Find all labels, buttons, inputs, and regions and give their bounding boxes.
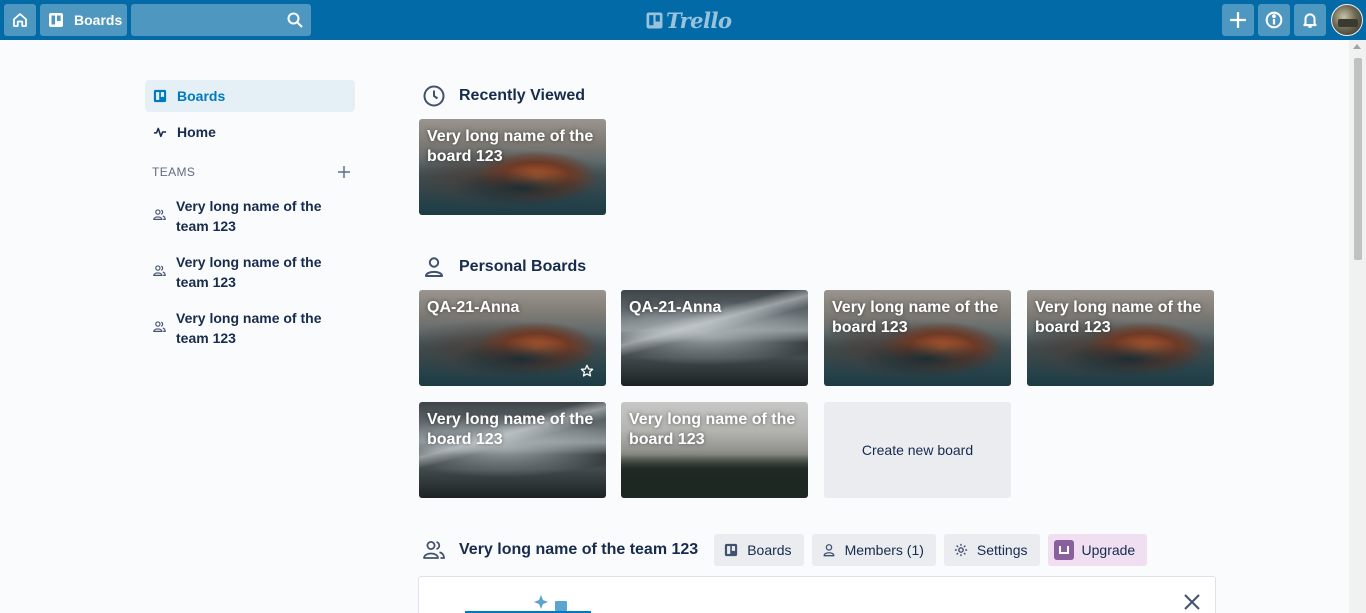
boards-button[interactable]: Boards	[40, 4, 127, 36]
team-promo-card	[418, 576, 1216, 613]
board-icon	[725, 543, 738, 557]
business-class-icon	[1053, 540, 1074, 560]
scrollbar-thumb[interactable]	[1354, 58, 1362, 260]
search-box[interactable]	[131, 4, 311, 36]
team-boards-label: Boards	[747, 542, 792, 558]
team-name: Very long name of the team 123	[176, 254, 322, 290]
board-tile-title: Very long name of the board 123	[832, 299, 999, 336]
team-members-button[interactable]: Members (1)	[811, 534, 936, 566]
trello-logo-icon	[646, 12, 663, 28]
team-icon	[153, 265, 166, 276]
board-tile[interactable]: QA-21-Anna	[621, 290, 808, 386]
board-tile-title: Very long name of the board 123	[1035, 299, 1202, 336]
board-tile-title: QA-21-Anna	[629, 299, 722, 316]
recently-viewed-heading: Recently Viewed	[422, 84, 585, 108]
person-icon	[823, 544, 835, 557]
boards-button-label: Boards	[74, 12, 123, 28]
clock-icon	[423, 85, 445, 107]
teams-heading: TEAMS	[145, 156, 355, 188]
gear-icon	[954, 543, 968, 557]
team-members-label: Members (1)	[844, 542, 924, 558]
home-icon	[13, 13, 27, 27]
board-tile-title: Very long name of the board 123	[427, 411, 594, 448]
information-button[interactable]	[1258, 4, 1290, 36]
teams-heading-label: TEAMS	[152, 165, 196, 179]
team-icon	[153, 321, 166, 332]
board-tile[interactable]: QA-21-Anna	[419, 290, 606, 386]
trello-logo-text: Trello	[666, 7, 732, 33]
promo-illustration-icon	[465, 595, 591, 613]
home-sidebar: Boards Home TEAMS Very long name of the …	[145, 80, 355, 356]
home-button[interactable]	[4, 4, 36, 36]
board-tile-title: Very long name of the board 123	[427, 128, 594, 165]
recently-viewed-title: Recently Viewed	[459, 87, 585, 104]
search-icon[interactable]	[287, 12, 303, 28]
team-icon	[423, 541, 445, 559]
search-input[interactable]	[131, 4, 311, 36]
team-settings-button[interactable]: Settings	[943, 534, 1040, 566]
page-scrollbar[interactable]	[1349, 40, 1366, 613]
board-tile[interactable]: Very long name of the board 123	[621, 402, 808, 498]
team-settings-label: Settings	[976, 542, 1028, 558]
sidebar-item-home[interactable]: Home	[145, 116, 355, 148]
team-section-name: Very long name of the team 123	[459, 541, 699, 558]
board-tile-title: Very long name of the board 123	[629, 411, 796, 448]
plus-icon	[1230, 12, 1246, 28]
board-tile[interactable]: Very long name of the board 123	[824, 290, 1011, 386]
scroll-up-arrow-icon[interactable]	[1353, 44, 1361, 49]
personal-boards-heading: Personal Boards	[422, 255, 586, 279]
team-upgrade-label: Upgrade	[1081, 542, 1136, 558]
create-button[interactable]	[1222, 4, 1254, 36]
sidebar-team-item[interactable]: Very long name of the team 123	[145, 308, 355, 356]
team-name: Very long name of the team 123	[176, 198, 322, 234]
team-upgrade-button[interactable]: Upgrade	[1047, 534, 1148, 566]
sidebar-item-label: Boards	[177, 88, 226, 104]
bell-icon	[1303, 13, 1317, 28]
create-new-board-label: Create new board	[861, 442, 974, 458]
activity-icon	[153, 127, 167, 138]
info-icon	[1265, 11, 1283, 29]
board-tile[interactable]: Very long name of the board 123	[419, 119, 606, 215]
board-icon	[153, 89, 167, 103]
sidebar-team-item[interactable]: Very long name of the team 123	[145, 196, 355, 244]
create-new-board-tile[interactable]: Create new board	[824, 402, 1011, 498]
top-navigation-bar: Boards Trello	[0, 0, 1366, 40]
board-tile[interactable]: Very long name of the board 123	[419, 402, 606, 498]
team-icon	[153, 209, 166, 220]
personal-boards-title: Personal Boards	[459, 258, 587, 275]
board-tile-title: QA-21-Anna	[427, 299, 520, 316]
sidebar-item-label: Home	[177, 124, 216, 140]
board-tile[interactable]: Very long name of the board 123	[1027, 290, 1214, 386]
trello-logo[interactable]: Trello	[646, 7, 732, 33]
close-icon[interactable]	[1183, 593, 1201, 611]
add-team-plus-icon[interactable]	[337, 165, 351, 179]
star-icon[interactable]	[580, 364, 594, 378]
team-section-header: Very long name of the team 123 Boards Me…	[422, 534, 1155, 566]
member-avatar[interactable]	[1331, 4, 1363, 36]
sidebar-team-item[interactable]: Very long name of the team 123	[145, 252, 355, 300]
team-boards-button[interactable]: Boards	[714, 534, 804, 566]
team-name: Very long name of the team 123	[176, 310, 322, 346]
notifications-button[interactable]	[1294, 4, 1326, 36]
board-icon	[49, 13, 63, 27]
person-icon	[425, 257, 443, 277]
team-section-title: Very long name of the team 123	[422, 538, 698, 562]
sidebar-item-boards[interactable]: Boards	[145, 80, 355, 112]
